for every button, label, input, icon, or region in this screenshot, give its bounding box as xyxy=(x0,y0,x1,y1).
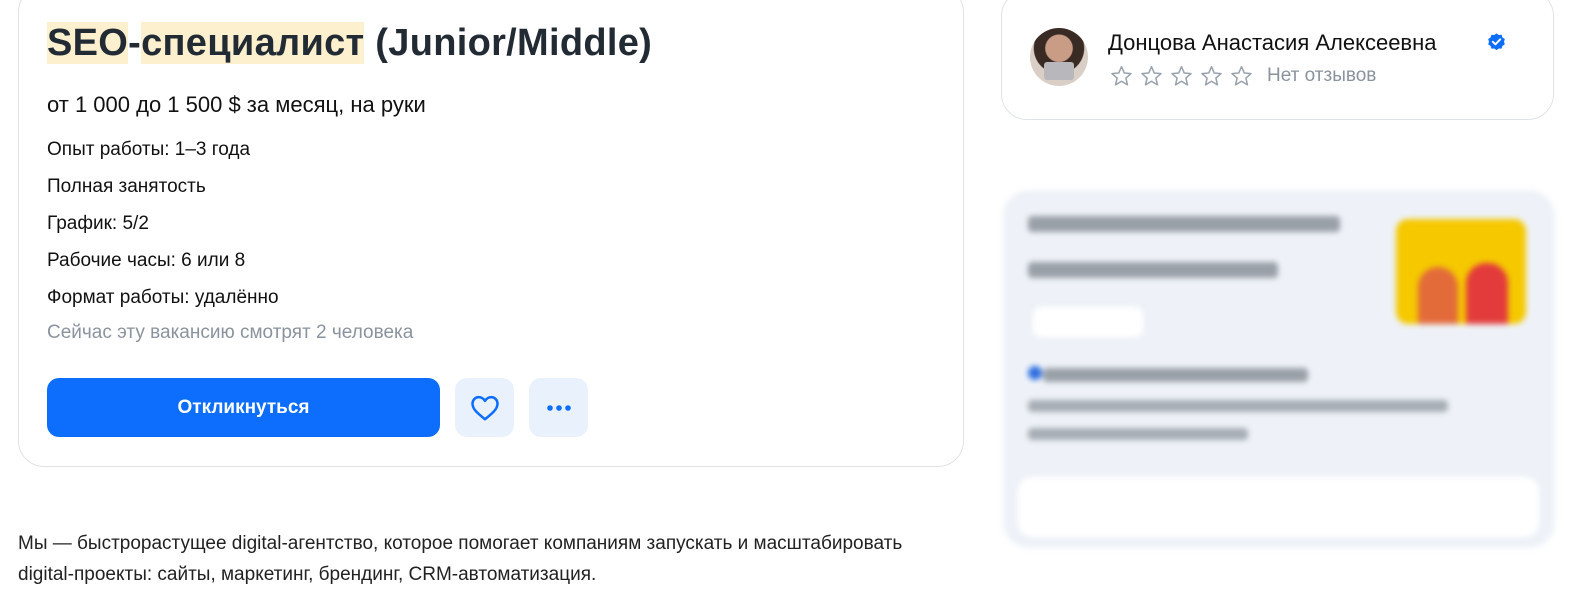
ad-company-blurred xyxy=(1043,368,1308,382)
page: SEO-специалист (Junior/Middle) от 1 000 … xyxy=(0,0,1595,599)
vacancy-description: Мы — быстрорастущее digital-агентство, к… xyxy=(18,533,903,585)
ad-image xyxy=(1396,219,1526,324)
avatar[interactable] xyxy=(1030,28,1088,86)
verified-check-icon xyxy=(1488,33,1505,51)
viewers-count: Сейчас эту вакансию смотрят 2 человека xyxy=(47,322,414,343)
more-button[interactable] xyxy=(529,378,588,437)
ad-text-line-blurred xyxy=(1028,400,1448,412)
star-icon xyxy=(1171,65,1192,86)
title-rest: (Junior/Middle) xyxy=(364,22,653,64)
title-dash: - xyxy=(128,22,142,64)
fact-schedule: График: 5/2 xyxy=(47,213,149,234)
employer-name[interactable]: Донцова Анастасия Алексеевна xyxy=(1108,30,1437,56)
star-icon xyxy=(1231,65,1252,86)
star-icon xyxy=(1201,65,1222,86)
more-dots-icon xyxy=(546,404,571,411)
favorite-button[interactable] xyxy=(455,378,514,437)
ad-chip xyxy=(1033,307,1143,337)
title-highlight-seo: SEO xyxy=(47,22,129,64)
apply-button[interactable]: Откликнуться xyxy=(47,378,440,437)
fact-employment: Полная занятость xyxy=(47,176,206,197)
fact-experience: Опыт работы: 1–3 года xyxy=(47,139,251,160)
rating-stars xyxy=(1110,65,1253,87)
ad-salary-blurred xyxy=(1028,262,1278,278)
star-icon xyxy=(1111,65,1132,86)
heart-icon xyxy=(470,395,499,420)
reviews-link[interactable]: Нет отзывов xyxy=(1267,65,1376,87)
ad-title-blurred xyxy=(1028,216,1340,232)
fact-working-hours: Рабочие часы: 6 или 8 xyxy=(47,250,246,271)
vacancy-title: SEO-специалист (Junior/Middle) xyxy=(47,22,652,65)
ad-button[interactable] xyxy=(1018,477,1539,537)
salary: от 1 000 до 1 500 $ за месяц, на руки xyxy=(47,92,426,117)
ad-logo-icon xyxy=(1028,366,1042,380)
ad-text-line-blurred xyxy=(1028,428,1248,440)
fact-work-format: Формат работы: удалённо xyxy=(47,287,279,308)
title-highlight-specialist: специалист xyxy=(141,22,365,64)
star-icon xyxy=(1141,65,1162,86)
